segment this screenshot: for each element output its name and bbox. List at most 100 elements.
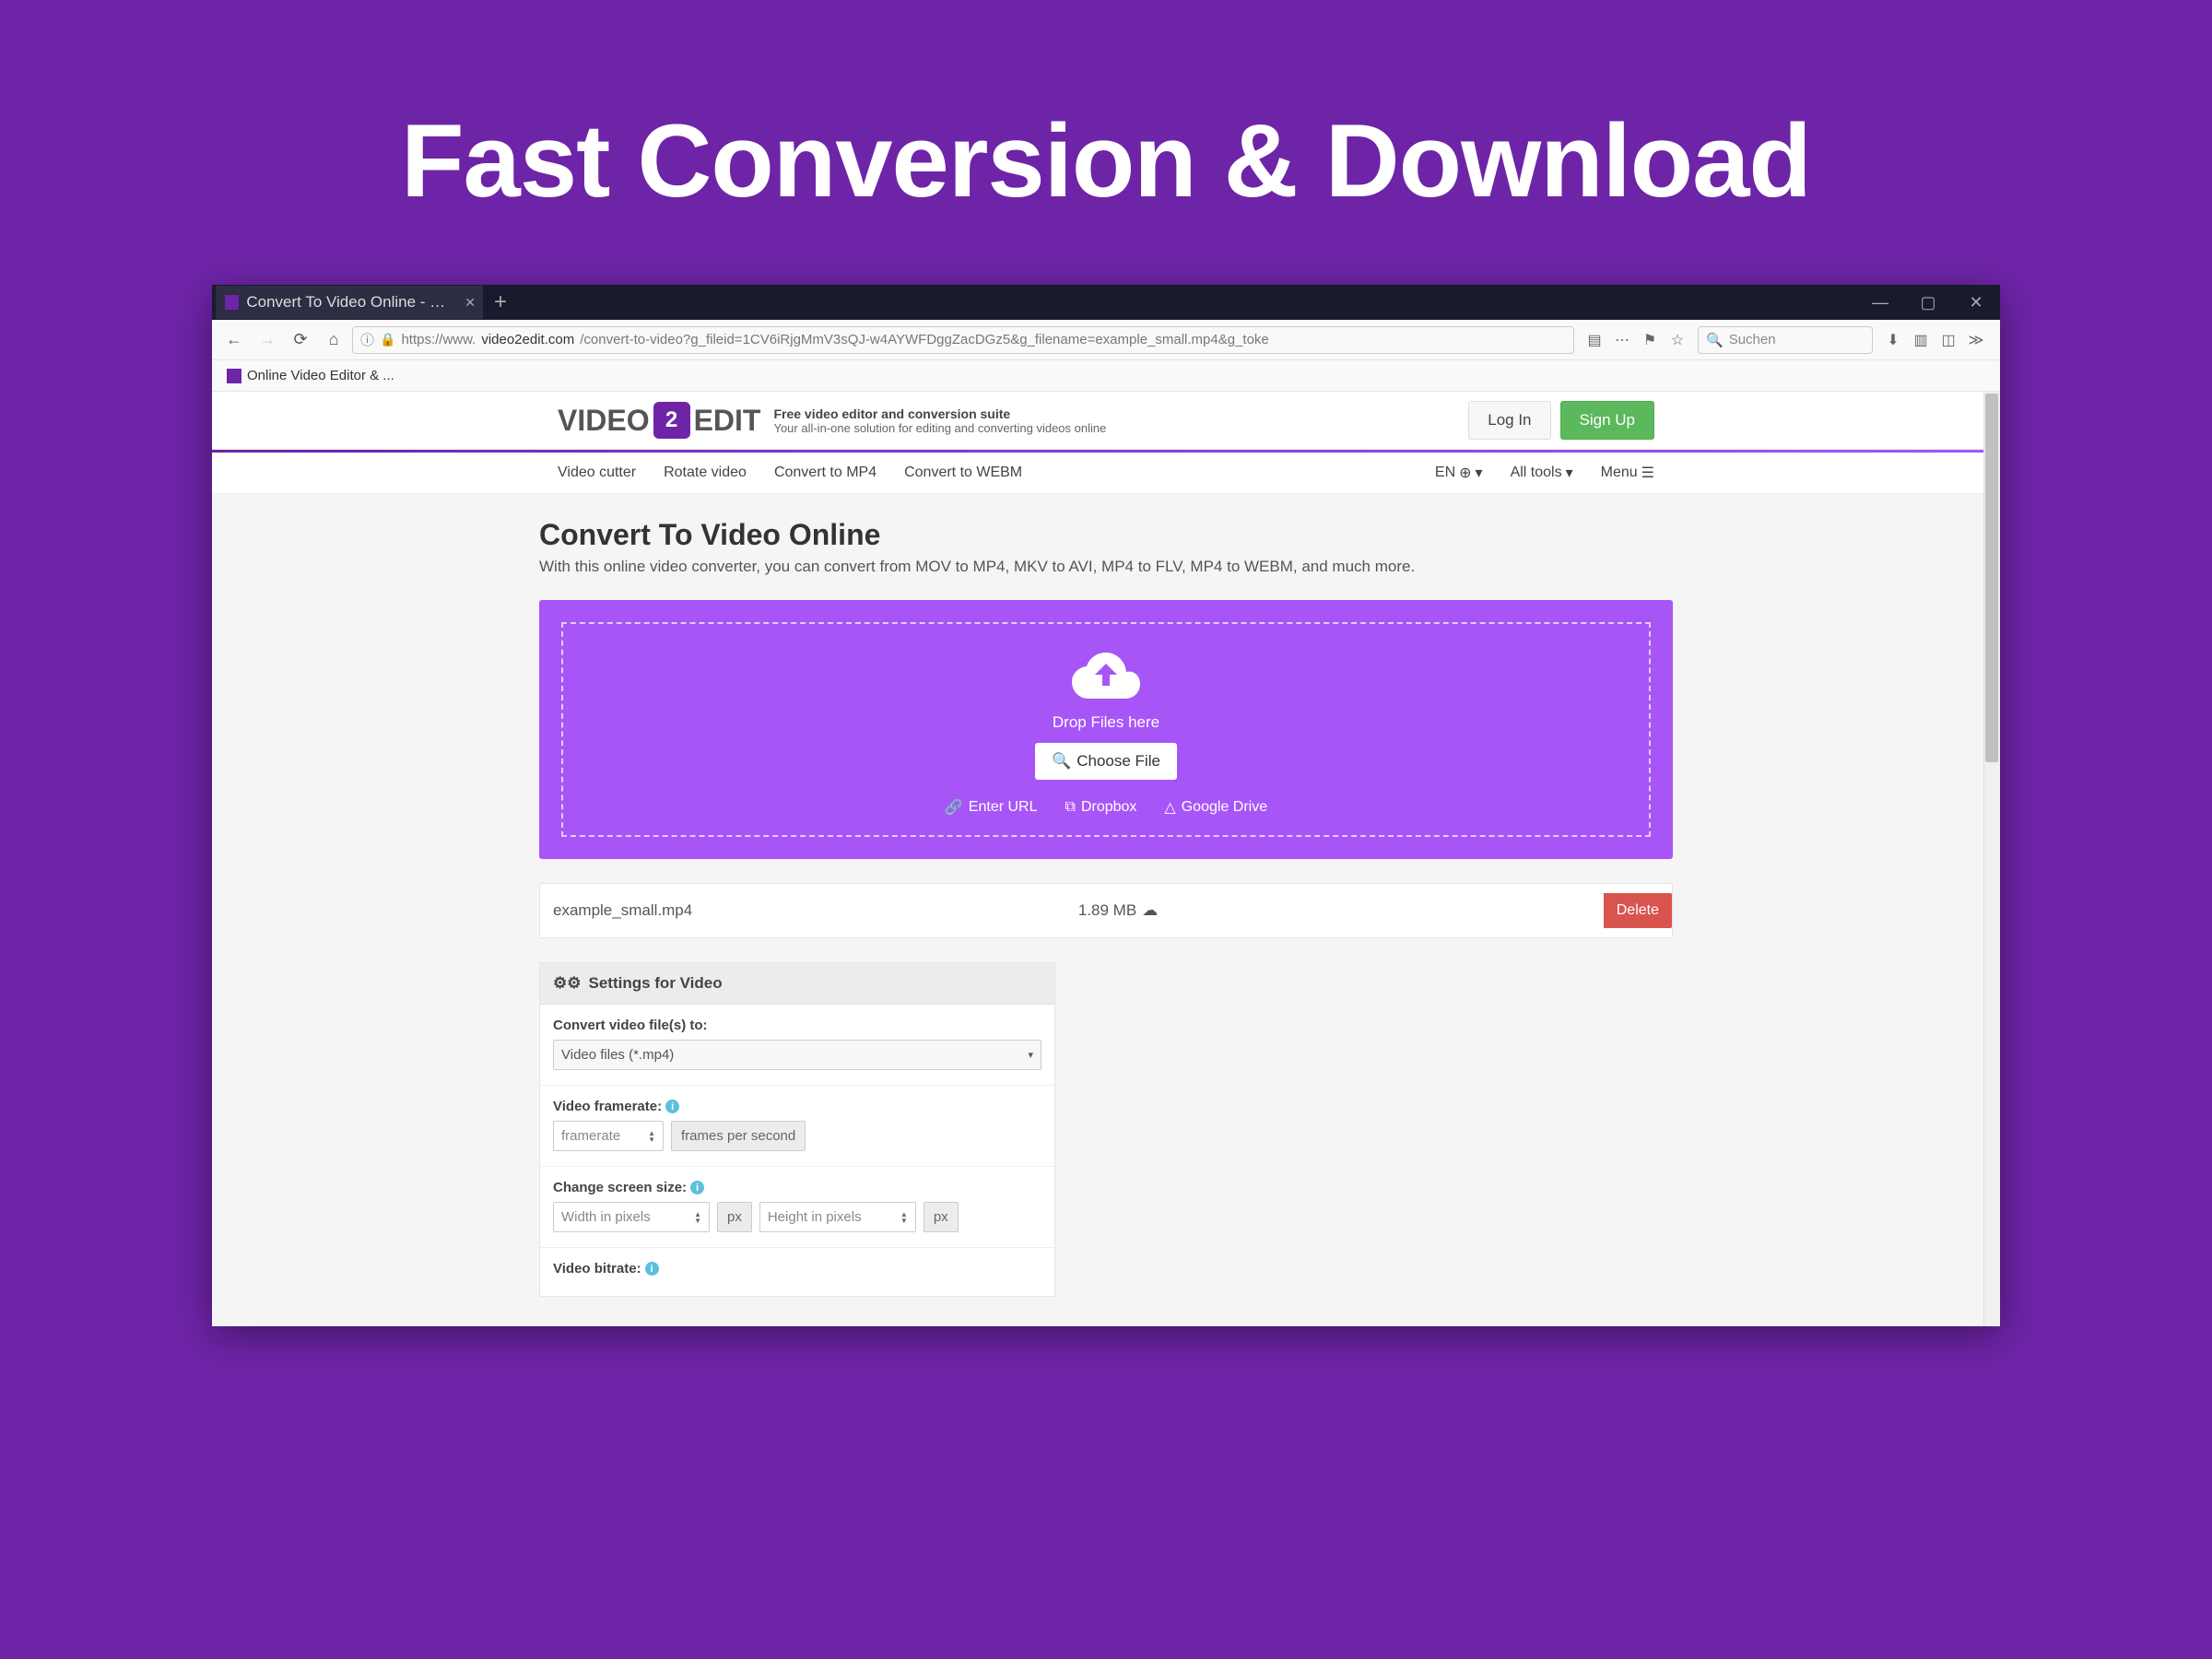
page-viewport: VIDEO 2 EDIT Free video editor and conve… [212,392,2000,1326]
scrollbar[interactable] [1983,392,2000,1326]
framerate-input[interactable]: framerate ▲▼ [553,1121,664,1151]
url-prefix: https://www. [401,332,476,347]
forward-button[interactable]: → [253,325,282,355]
tag-icon[interactable]: ⚑ [1637,327,1663,353]
bitrate-label: Video bitrate: [553,1261,641,1277]
bookmarks-bar: Online Video Editor & ... [212,360,2000,392]
tab-title: Convert To Video Online - Free [246,293,453,312]
choose-file-label: Choose File [1077,752,1160,771]
width-placeholder: Width in pixels [561,1209,651,1225]
spinner-icon[interactable]: ▲▼ [694,1211,701,1224]
dropzone-text: Drop Files here [582,713,1630,732]
enter-url-link[interactable]: 🔗 Enter URL [945,798,1038,817]
divider [540,1247,1054,1248]
site-logo[interactable]: VIDEO 2 EDIT Free video editor and conve… [558,402,1106,439]
url-input[interactable]: ⓘ 🔒 https://www.video2edit.com/convert-t… [352,326,1574,354]
bookmark-item[interactable]: Online Video Editor & ... [221,364,400,387]
file-size-value: 1.89 MB [1078,901,1136,920]
minimize-button[interactable]: — [1856,285,1904,320]
file-dropzone[interactable]: Drop Files here 🔍 Choose File 🔗 Enter UR… [539,600,1673,859]
dropbox-label: Dropbox [1081,799,1136,816]
nav-convert-mp4[interactable]: Convert to MP4 [774,465,877,481]
bookmark-label: Online Video Editor & ... [247,368,394,383]
file-row: example_small.mp4 1.89 MB ☁ Delete [539,883,1673,938]
browser-tab[interactable]: Convert To Video Online - Free ✕ [216,286,483,319]
scroll-thumb[interactable] [1985,394,1998,762]
window-controls: — ▢ ✕ [1856,285,2000,320]
width-input[interactable]: Width in pixels ▲▼ [553,1202,710,1232]
shield-icon: ⓘ [360,330,374,349]
globe-icon: ⊕ [1459,464,1471,482]
caret-down-icon: ▾ [1476,464,1483,482]
convert-to-select[interactable]: Video files (*.mp4) ▾ [553,1040,1041,1070]
bookmark-favicon-icon [227,369,241,383]
more-icon[interactable]: ⋯ [1609,327,1635,353]
download-icon[interactable]: ⬇ [1880,327,1906,353]
login-button[interactable]: Log In [1468,401,1550,440]
info-icon[interactable]: i [645,1262,659,1276]
enter-url-label: Enter URL [969,799,1038,816]
file-size: 1.89 MB ☁ [1078,901,1604,920]
close-window-button[interactable]: ✕ [1952,285,2000,320]
home-button[interactable]: ⌂ [319,325,348,355]
tagline: Free video editor and conversion suite Y… [773,406,1106,435]
browser-window: Convert To Video Online - Free ✕ + — ▢ ✕… [212,285,2000,1326]
tab-favicon-icon [225,295,239,310]
screensize-label: Change screen size: [553,1180,687,1195]
convert-to-value: Video files (*.mp4) [561,1047,674,1063]
width-unit: px [717,1202,752,1232]
hamburger-icon: ☰ [1641,464,1654,482]
settings-header-label: Settings for Video [588,974,722,993]
menu-label: Menu [1601,465,1638,481]
tagline-subtitle: Your all-in-one solution for editing and… [773,421,1106,435]
lock-icon: 🔒 [380,332,395,347]
file-name: example_small.mp4 [553,901,1078,920]
height-unit: px [924,1202,959,1232]
bookmark-star-icon[interactable]: ☆ [1665,327,1690,353]
reload-button[interactable]: ⟳ [286,325,315,355]
height-input[interactable]: Height in pixels ▲▼ [759,1202,916,1232]
divider [540,1085,1054,1086]
height-placeholder: Height in pixels [768,1209,862,1225]
sidebar-icon[interactable]: ◫ [1936,327,1961,353]
search-input[interactable]: 🔍 Suchen [1698,326,1873,354]
spinner-icon[interactable]: ▲▼ [648,1130,655,1143]
library-icon[interactable]: ▥ [1908,327,1934,353]
lang-label: EN [1435,465,1455,481]
choose-file-button[interactable]: 🔍 Choose File [1035,743,1177,780]
info-icon[interactable]: i [690,1181,704,1194]
convert-to-label: Convert video file(s) to: [553,1018,1041,1033]
spinner-icon[interactable]: ▲▼ [900,1211,908,1224]
signup-button[interactable]: Sign Up [1560,401,1654,440]
tab-close-icon[interactable]: ✕ [465,295,476,311]
nav-video-cutter[interactable]: Video cutter [558,465,636,481]
divider [540,1166,1054,1167]
link-icon: 🔗 [945,798,963,817]
framerate-label: Video framerate: [553,1099,662,1114]
google-drive-link[interactable]: △ Google Drive [1164,798,1267,817]
url-path: /convert-to-video?g_fileid=1CV6iRjgMmV3s… [580,332,1269,347]
search-icon: 🔍 [1706,332,1724,348]
all-tools-label: All tools [1511,465,1562,481]
settings-panel: ⚙⚙ Settings for Video Convert video file… [539,962,1055,1297]
info-icon[interactable]: i [665,1100,679,1113]
nav-rotate-video[interactable]: Rotate video [664,465,747,481]
overflow-icon[interactable]: ≫ [1963,327,1989,353]
new-tab-button[interactable]: + [483,289,518,315]
search-icon: 🔍 [1052,752,1071,771]
logo-left: VIDEO [558,404,650,438]
reader-mode-icon[interactable]: ▤ [1582,327,1607,353]
all-tools-dropdown[interactable]: All tools ▾ [1511,464,1573,482]
nav-convert-webm[interactable]: Convert to WEBM [904,465,1022,481]
maximize-button[interactable]: ▢ [1904,285,1952,320]
language-selector[interactable]: EN ⊕ ▾ [1435,464,1483,482]
delete-file-button[interactable]: Delete [1604,893,1672,928]
menu-button[interactable]: Menu ☰ [1601,464,1654,482]
page-subtitle: With this online video converter, you ca… [539,558,1673,576]
back-button[interactable]: ← [219,325,249,355]
address-bar: ← → ⟳ ⌂ ⓘ 🔒 https://www.video2edit.com/c… [212,320,2000,360]
gdrive-icon: △ [1164,798,1175,817]
dropbox-link[interactable]: ⧉ Dropbox [1065,798,1137,817]
chevron-down-icon: ▾ [1028,1049,1033,1061]
logo-right: EDIT [694,404,761,438]
